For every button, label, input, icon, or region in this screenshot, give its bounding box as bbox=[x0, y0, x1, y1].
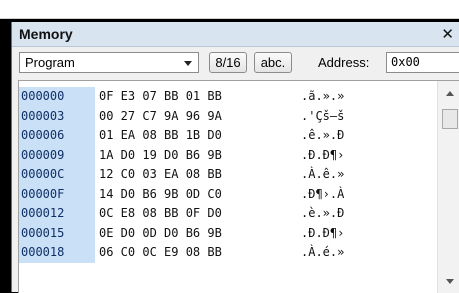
scroll-up-arrow-icon[interactable] bbox=[446, 91, 454, 96]
memory-row-ascii[interactable]: .Đ.Đ¶› bbox=[301, 224, 344, 244]
memory-row-address: 00000C bbox=[19, 165, 95, 185]
memory-row-bytes[interactable]: 12 C0 03 EA 08 BB bbox=[99, 165, 222, 185]
memory-row-ascii[interactable]: .À.é.» bbox=[301, 243, 344, 263]
memory-row-address: 000012 bbox=[19, 204, 95, 224]
memory-toolbar: Program 8/16 abc. Address: 0x00 bbox=[12, 47, 459, 77]
memory-row-bytes[interactable]: 0C E8 08 BB 0F D0 bbox=[99, 204, 222, 224]
memory-row-ascii[interactable]: .Đ¶›.À bbox=[301, 185, 344, 205]
memory-row-bytes[interactable]: 14 D0 B6 9B 0D C0 bbox=[99, 185, 222, 205]
memory-row-bytes[interactable]: 1A D0 19 D0 B6 9B bbox=[99, 146, 222, 166]
chevron-down-icon bbox=[184, 61, 192, 66]
memory-row-address: 000003 bbox=[19, 106, 95, 126]
memory-row-address: 000009 bbox=[19, 145, 95, 165]
background-window-strip: ▔▔▔▔▔ ▔▔ ▔▔▔▔ bbox=[0, 0, 459, 19]
memory-row-address: 000000 bbox=[19, 87, 95, 107]
memory-row-bytes[interactable]: 0E D0 0D D0 B6 9B bbox=[99, 224, 222, 244]
memory-space-value: Program bbox=[25, 55, 75, 70]
address-input[interactable]: 0x00 bbox=[386, 52, 459, 73]
memory-row-ascii[interactable]: .ã.».» bbox=[301, 87, 344, 107]
memory-row-bytes[interactable]: 0F E3 07 BB 01 BB bbox=[99, 87, 222, 107]
memory-row-bytes[interactable]: 01 EA 08 BB 1B D0 bbox=[99, 126, 222, 146]
panel-title: Memory bbox=[19, 26, 73, 42]
background-text-fragment: ▔▔▔▔▔ ▔▔ ▔▔▔▔ bbox=[122, 0, 243, 6]
memory-row-ascii[interactable]: .À.ê.» bbox=[301, 165, 344, 185]
close-icon[interactable]: ✕ bbox=[441, 25, 454, 43]
ascii-toggle-button[interactable]: abc. bbox=[254, 52, 292, 73]
memory-row-address: 000006 bbox=[19, 126, 95, 146]
memory-row-address: 000015 bbox=[19, 223, 95, 243]
word-size-button[interactable]: 8/16 bbox=[209, 52, 247, 73]
memory-dump-view[interactable]: 000000 0F E3 07 BB 01 BB .ã.».» 000003 00 27… bbox=[18, 80, 459, 293]
scroll-thumb[interactable] bbox=[442, 109, 458, 129]
scroll-down-arrow-icon[interactable] bbox=[446, 279, 454, 284]
memory-space-dropdown[interactable]: Program bbox=[19, 52, 199, 73]
memory-panel: Memory ✕ Program 8/16 abc. Address: 0x00… bbox=[11, 22, 459, 293]
memory-row-bytes[interactable]: 00 27 C7 9A 96 9A bbox=[99, 107, 222, 127]
vertical-scrollbar[interactable] bbox=[437, 81, 459, 293]
memory-title-bar[interactable]: Memory ✕ bbox=[12, 22, 459, 47]
memory-row-ascii[interactable]: .ê.».Đ bbox=[301, 126, 344, 146]
memory-row-ascii[interactable]: .è.».Đ bbox=[301, 204, 344, 224]
memory-row-address: 000018 bbox=[19, 243, 95, 263]
address-label: Address: bbox=[318, 55, 370, 70]
memory-row-ascii[interactable]: .Đ.Đ¶› bbox=[301, 146, 344, 166]
memory-row-ascii[interactable]: .'Çš–š bbox=[301, 107, 344, 127]
memory-row-address: 00000F bbox=[19, 184, 95, 204]
memory-row-bytes[interactable]: 06 C0 0C E9 08 BB bbox=[99, 243, 222, 263]
